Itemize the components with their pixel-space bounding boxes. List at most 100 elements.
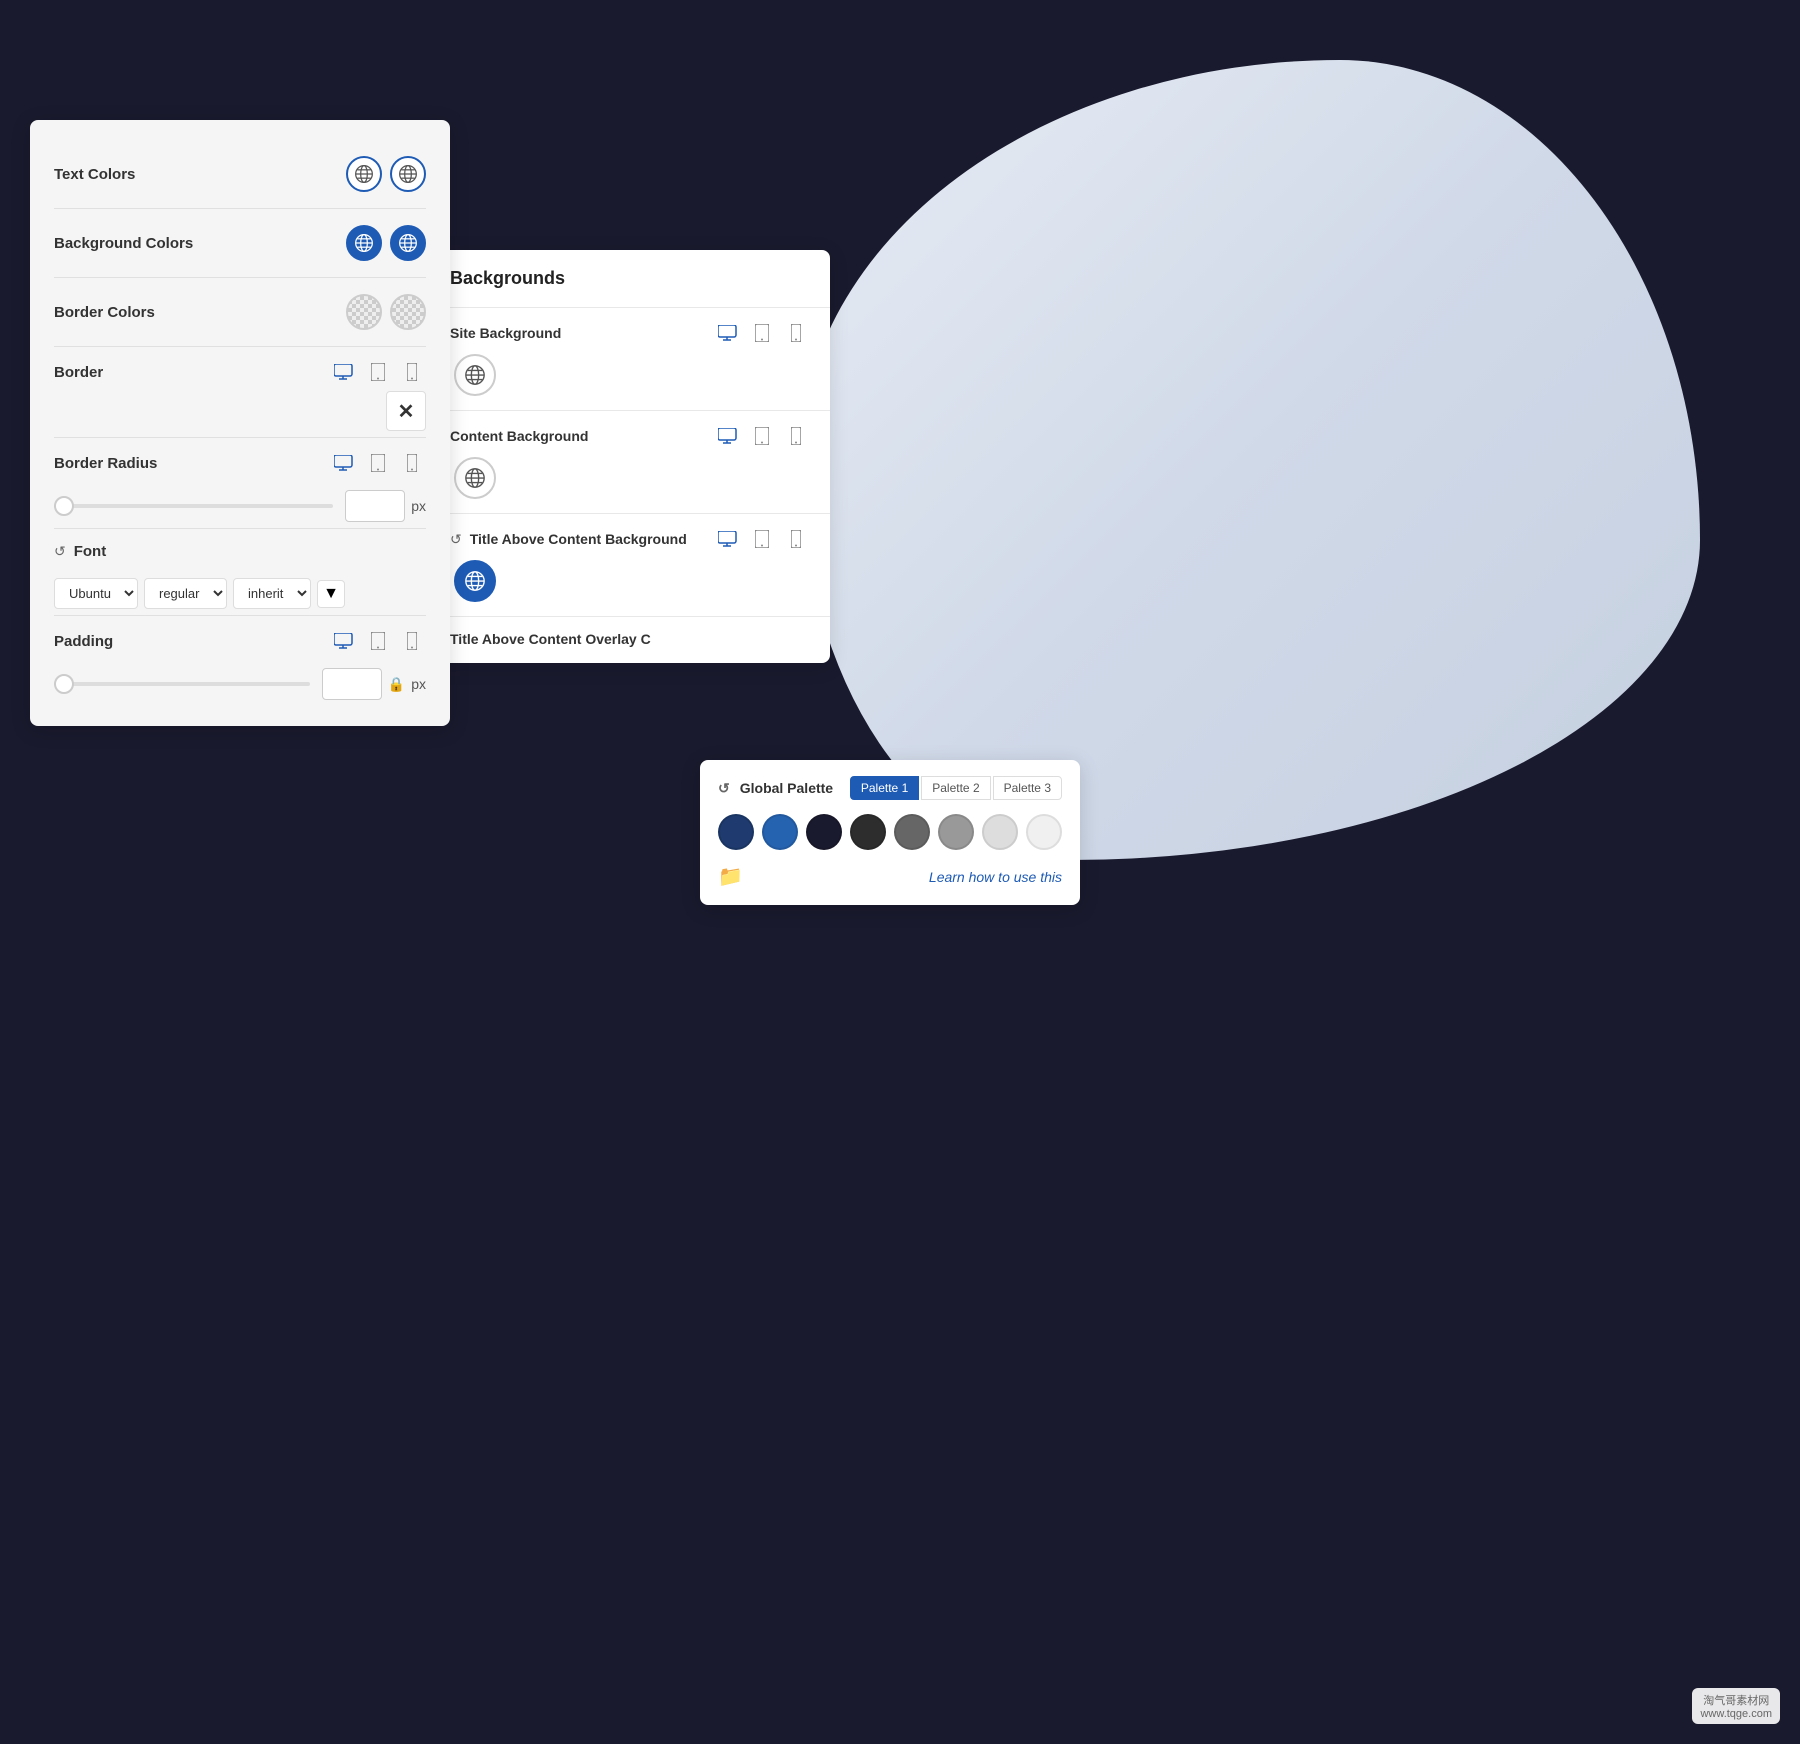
text-color-globe-2[interactable]	[390, 156, 426, 192]
monitor-icon-sb[interactable]	[714, 322, 742, 344]
border-label: Border	[54, 364, 103, 381]
palette-tab-2[interactable]: Palette 2	[921, 776, 990, 800]
padding-thumb[interactable]	[54, 674, 74, 694]
swatch-2[interactable]	[762, 814, 798, 850]
font-size-select[interactable]: inherit	[233, 578, 311, 609]
swatch-8[interactable]	[1026, 814, 1062, 850]
content-bg-globe[interactable]	[454, 457, 496, 499]
palette-tab-1[interactable]: Palette 1	[850, 776, 919, 800]
border-x-button[interactable]: ✕	[386, 391, 426, 431]
tablet-icon-2[interactable]	[364, 452, 392, 474]
decorative-blob	[800, 60, 1700, 860]
swatch-5[interactable]	[894, 814, 930, 850]
text-colors-icons	[346, 156, 426, 192]
border-radius-unit: px	[411, 498, 426, 514]
swatch-1[interactable]	[718, 814, 754, 850]
padding-input[interactable]	[322, 668, 382, 700]
text-colors-label: Text Colors	[54, 166, 135, 183]
title-above-content-bg-label: Title Above Content Background	[470, 531, 687, 547]
monitor-icon-2[interactable]	[330, 452, 358, 474]
font-family-select[interactable]: Ubuntu	[54, 578, 138, 609]
palette-tab-3[interactable]: Palette 3	[993, 776, 1062, 800]
text-colors-row: Text Colors	[54, 140, 426, 209]
monitor-icon-cb[interactable]	[714, 425, 742, 447]
content-background-row: Content Background	[430, 411, 830, 514]
backgrounds-title: Backgrounds	[430, 250, 830, 308]
mobile-icon[interactable]	[398, 361, 426, 383]
font-reset-icon[interactable]: ↺	[54, 543, 66, 560]
palette-reset-icon[interactable]: ↺	[718, 780, 730, 797]
lock-icon[interactable]: 🔒	[388, 676, 405, 693]
font-row-section: ↺ Font Ubuntu regular inherit ▼	[54, 529, 426, 616]
watermark: 淘气哥素材网 www.tqge.com	[1692, 1688, 1780, 1724]
palette-footer: 📁 Learn how to use this	[718, 864, 1062, 889]
border-radius-thumb[interactable]	[54, 496, 74, 516]
tablet-icon-3[interactable]	[364, 630, 392, 652]
color-swatches	[718, 814, 1062, 850]
border-colors-icons	[346, 294, 426, 330]
monitor-icon-3[interactable]	[330, 630, 358, 652]
font-weight-select[interactable]: regular	[144, 578, 227, 609]
tablet-icon-cb[interactable]	[748, 425, 776, 447]
padding-label: Padding	[54, 633, 113, 650]
swatch-4[interactable]	[850, 814, 886, 850]
swatch-6[interactable]	[938, 814, 974, 850]
mobile-icon-sb[interactable]	[782, 322, 810, 344]
global-palette-panel: ↺ Global Palette Palette 1 Palette 2 Pal…	[700, 760, 1080, 905]
border-radius-label: Border Radius	[54, 455, 157, 472]
border-colors-label: Border Colors	[54, 304, 155, 321]
border-radius-device-icons	[330, 452, 426, 474]
monitor-icon-tb[interactable]	[714, 528, 742, 550]
border-colors-row: Border Colors	[54, 278, 426, 347]
mobile-icon-tb[interactable]	[782, 528, 810, 550]
mobile-icon-cb[interactable]	[782, 425, 810, 447]
style-settings-panel: Text Colors	[30, 120, 450, 726]
font-label: Font	[74, 543, 106, 560]
padding-track[interactable]	[54, 682, 310, 686]
tablet-icon-sb[interactable]	[748, 322, 776, 344]
title-bg-reset-icon[interactable]: ↺	[450, 531, 462, 548]
background-colors-icons	[346, 225, 426, 261]
background-colors-label: Background Colors	[54, 235, 193, 252]
site-bg-device-icons	[714, 322, 810, 344]
watermark-line2: www.tqge.com	[1700, 1708, 1772, 1720]
palette-header: ↺ Global Palette Palette 1 Palette 2 Pal…	[718, 776, 1062, 800]
padding-unit: px	[411, 676, 426, 692]
mobile-icon-2[interactable]	[398, 452, 426, 474]
border-radius-track[interactable]	[54, 504, 333, 508]
border-color-globe-1[interactable]	[346, 294, 382, 330]
text-color-globe-1[interactable]	[346, 156, 382, 192]
border-color-globe-2[interactable]	[390, 294, 426, 330]
watermark-line1: 淘气哥素材网	[1700, 1692, 1772, 1708]
tablet-icon-tb[interactable]	[748, 528, 776, 550]
content-bg-device-icons	[714, 425, 810, 447]
site-bg-globe[interactable]	[454, 354, 496, 396]
title-bg-device-icons	[714, 528, 810, 550]
font-dropdown-arrow[interactable]: ▼	[317, 580, 345, 608]
padding-row: Padding 🔒 px	[54, 616, 426, 706]
swatch-7[interactable]	[982, 814, 1018, 850]
border-row: Border ✕	[54, 347, 426, 438]
title-bg-globe[interactable]	[454, 560, 496, 602]
learn-link[interactable]: Learn how to use this	[929, 869, 1062, 885]
bg-color-globe-1[interactable]	[346, 225, 382, 261]
border-device-icons	[330, 361, 426, 383]
backgrounds-panel: Backgrounds Site Background	[430, 250, 830, 663]
title-above-content-overlay-label: Title Above Content Overlay C	[450, 631, 651, 647]
mobile-icon-3[interactable]	[398, 630, 426, 652]
border-radius-input[interactable]	[345, 490, 405, 522]
palette-title-text: Global Palette	[740, 780, 833, 796]
folder-icon[interactable]: 📁	[718, 864, 743, 889]
tablet-icon[interactable]	[364, 361, 392, 383]
border-radius-row: Border Radius px	[54, 438, 426, 529]
bg-color-globe-2[interactable]	[390, 225, 426, 261]
padding-device-icons	[330, 630, 426, 652]
content-background-label: Content Background	[450, 428, 588, 444]
monitor-icon[interactable]	[330, 361, 358, 383]
palette-title-group: ↺ Global Palette	[718, 780, 833, 797]
title-above-content-bg-row: ↺ Title Above Content Background	[430, 514, 830, 617]
site-background-label: Site Background	[450, 325, 561, 341]
background-colors-row: Background Colors	[54, 209, 426, 278]
swatch-3[interactable]	[806, 814, 842, 850]
palette-tabs: Palette 1 Palette 2 Palette 3	[850, 776, 1062, 800]
